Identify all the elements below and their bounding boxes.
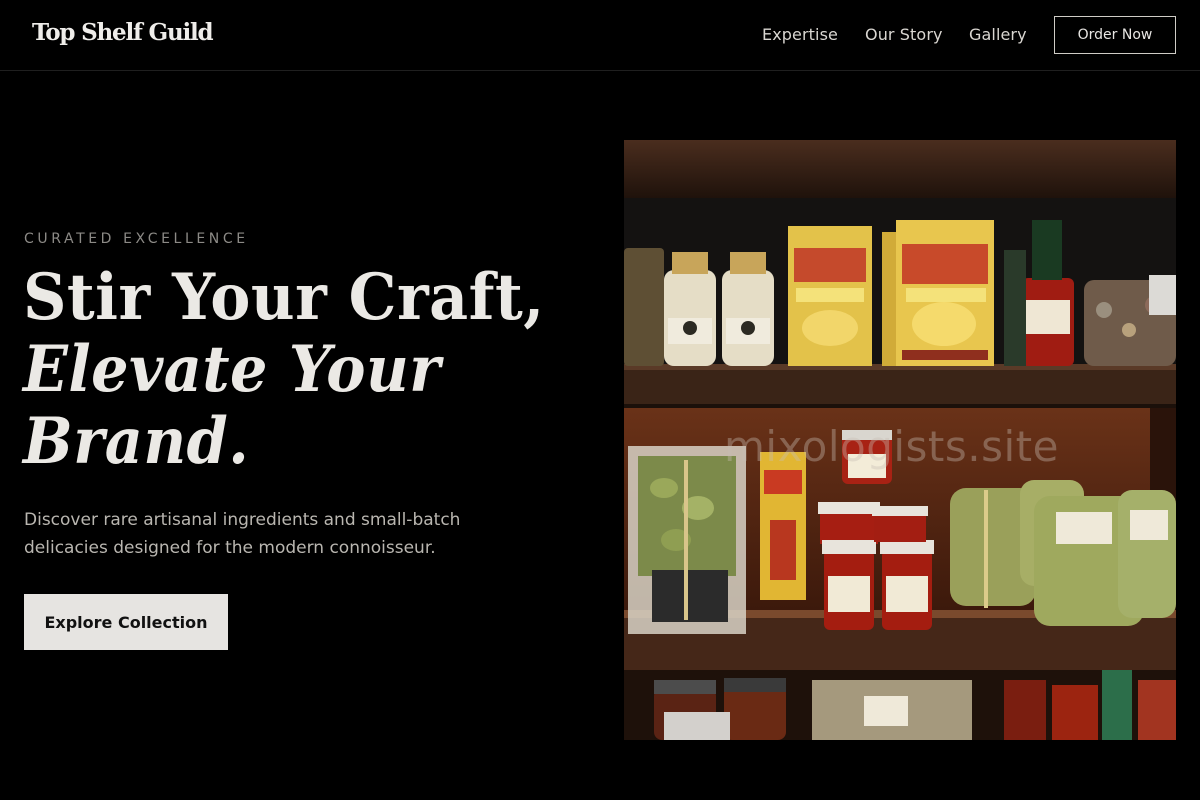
- nav-link-our-story[interactable]: Our Story: [865, 25, 943, 44]
- headline-line-1: Stir Your Craft,: [23, 260, 545, 335]
- headline-line-3: Brand.: [23, 404, 250, 479]
- hero-eyebrow: CURATED EXCELLENCE: [24, 231, 249, 247]
- image-watermark: mixologists.site: [724, 422, 1059, 471]
- hero-headline: Stir Your Craft, Elevate Your Brand.: [23, 262, 583, 478]
- brand-logo[interactable]: Top Shelf Guild: [32, 19, 214, 46]
- nav-link-gallery[interactable]: Gallery: [969, 25, 1027, 44]
- hero-description: Discover rare artisanal ingredients and …: [24, 510, 461, 558]
- nav-link-expertise[interactable]: Expertise: [762, 25, 838, 44]
- explore-collection-button[interactable]: Explore Collection: [24, 594, 228, 650]
- headline-line-2: Elevate Your: [23, 332, 441, 407]
- top-nav: Top Shelf Guild Expertise Our Story Gall…: [0, 0, 1200, 71]
- hero-image: mixologists.site: [624, 140, 1176, 740]
- order-now-button[interactable]: Order Now: [1054, 16, 1176, 54]
